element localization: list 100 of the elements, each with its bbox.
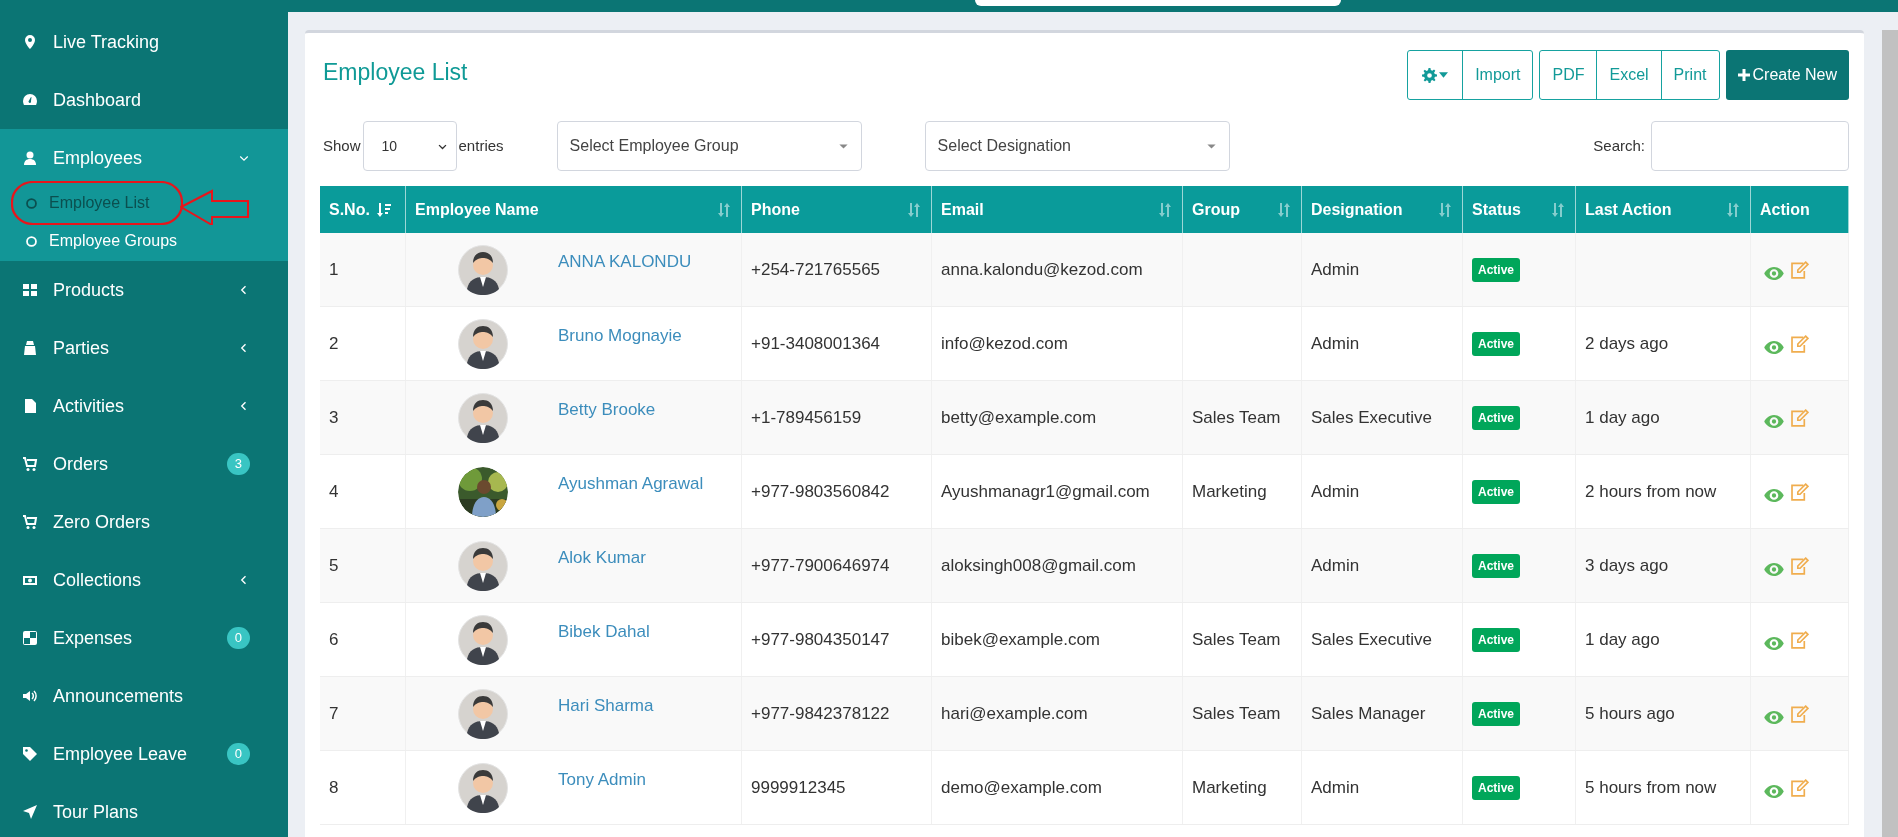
edit-button[interactable] (1790, 630, 1809, 649)
table-cell-text: Sales Executive (1311, 406, 1432, 429)
cart-icon (22, 456, 38, 472)
sidebar-item[interactable]: Activities (0, 377, 288, 435)
map-pin-icon (22, 34, 38, 50)
sidebar-item[interactable]: Zero Orders (0, 493, 288, 551)
edit-button[interactable] (1790, 778, 1809, 797)
gear-icon (1422, 67, 1438, 83)
eye-icon (1764, 785, 1784, 798)
status-badge: Active (1472, 553, 1521, 578)
table-cell-text: Marketing (1192, 776, 1267, 799)
sort-icon (1550, 201, 1566, 218)
submenu-item[interactable]: Employee List (0, 184, 288, 222)
sort-icon (1437, 201, 1453, 218)
table-cell-text: 1 day ago (1585, 406, 1660, 429)
create-new-button[interactable]: Create New (1725, 50, 1849, 100)
count-badge: 0 (226, 743, 250, 765)
employee-name-link[interactable]: Ayushman Agrawal (558, 471, 704, 497)
employee-name-link[interactable]: Betty Brooke (558, 397, 656, 423)
edit-icon (1790, 260, 1809, 279)
scrollbar[interactable] (1882, 30, 1898, 837)
table-cell-text: +977-7900646974 (751, 554, 890, 577)
employee-name-link[interactable]: Hari Sharma (558, 693, 654, 719)
table-cell-text: 3 (329, 406, 339, 429)
table-cell-text: 7 (329, 702, 339, 725)
sort-icon (1725, 201, 1741, 218)
status-badge: Active (1472, 257, 1521, 282)
status-badge: Active (1472, 479, 1521, 504)
table-cell-text: Ayushmanagr1@gmail.com (941, 480, 1150, 503)
edit-button[interactable] (1790, 334, 1809, 353)
employee-name-link[interactable]: Alok Kumar (558, 545, 646, 571)
table-cell-text: Admin (1311, 554, 1360, 577)
status-badge: Active (1472, 331, 1521, 356)
eye-icon (1764, 415, 1784, 428)
dropdown-field[interactable]: Select Designation (924, 121, 1230, 171)
search-pill[interactable] (975, 0, 1341, 6)
edit-button[interactable] (1790, 556, 1809, 575)
megaphone-icon (22, 688, 38, 704)
employee-name-link[interactable]: Bruno Mognayie (558, 323, 682, 349)
edit-icon (1790, 408, 1809, 427)
dropdown-field[interactable]: Select Employee Group (556, 121, 862, 171)
sort-icon (1276, 201, 1292, 218)
table-cell-text: Admin (1311, 258, 1360, 281)
table-cell-text: anna.kalondu@kezod.com (941, 258, 1143, 281)
table-cell-text: 2 days ago (1585, 332, 1669, 355)
table-cell-text: Sales Team (1192, 406, 1281, 429)
table-cell-text: 1 (329, 258, 339, 281)
table-cell-text: betty@example.com (941, 406, 1097, 429)
sidebar-item[interactable]: Tour Plans (0, 783, 288, 837)
edit-button[interactable] (1790, 260, 1809, 279)
annotation-arrow (180, 189, 250, 225)
edit-button[interactable] (1790, 704, 1809, 723)
sidebar-item[interactable]: Dashboard (0, 71, 288, 129)
export-button[interactable]: Excel (1597, 51, 1662, 99)
search-field[interactable] (1651, 121, 1849, 171)
entries-label: entries (458, 135, 504, 156)
eye-icon (1764, 489, 1784, 502)
eye-icon (1764, 267, 1784, 280)
status-badge: Active (1472, 627, 1521, 652)
export-button[interactable]: PDF (1540, 51, 1598, 99)
sidebar-item[interactable]: Collections (0, 551, 288, 609)
sort-icon (1157, 201, 1173, 218)
sidebar-item[interactable]: Expenses 0 (0, 609, 288, 667)
circle-icon (25, 234, 38, 248)
eye-icon (1764, 637, 1784, 650)
edit-icon (1790, 704, 1809, 723)
employee-name-link[interactable]: Bibek Dahal (558, 619, 650, 645)
table-cell-text: Sales Executive (1311, 628, 1432, 651)
table-cell-text: +1-789456159 (751, 406, 862, 429)
submenu-item[interactable]: Employee Groups (0, 222, 288, 260)
table-cell-text: +91-3408001364 (751, 332, 881, 355)
edit-button[interactable] (1790, 408, 1809, 427)
table-cell-text: 2 (329, 332, 339, 355)
table-cell-text: +977-9842378122 (751, 702, 890, 725)
sidebar-item[interactable]: Employee Leave 0 (0, 725, 288, 783)
table-cell-text: hari@example.com (941, 702, 1088, 725)
table-cell-text: info@kezod.com (941, 332, 1068, 355)
sidebar-item[interactable]: Announcements (0, 667, 288, 725)
edit-button[interactable] (1790, 482, 1809, 501)
sidebar-item[interactable]: Products (0, 261, 288, 319)
employee-name-link[interactable]: ANNA KALONDU (558, 249, 692, 275)
sidebar-item[interactable]: Employees (0, 129, 288, 187)
export-button[interactable]: Print (1661, 51, 1719, 99)
show-label: Show (323, 135, 361, 156)
tag-icon (22, 746, 38, 762)
sidebar-item[interactable]: Live Tracking (0, 13, 288, 71)
table-cell-text: Sales Manager (1311, 702, 1426, 725)
page-size-select[interactable]: 10 (362, 121, 457, 171)
table-cell-text: Marketing (1192, 480, 1267, 503)
table-cell-text: +977-9803560842 (751, 480, 890, 503)
sidebar-item[interactable]: Parties (0, 319, 288, 377)
circle-icon (25, 196, 38, 210)
sidebar-item[interactable]: Orders 3 (0, 435, 288, 493)
table-cell-text: Admin (1311, 776, 1360, 799)
file-icon (22, 398, 38, 414)
table-cell-text: 5 (329, 554, 339, 577)
table-cell-text: 5 hours ago (1585, 702, 1675, 725)
employee-name-link[interactable]: Tony Admin (558, 767, 646, 793)
eye-icon (1764, 341, 1784, 354)
status-badge: Active (1472, 775, 1521, 800)
